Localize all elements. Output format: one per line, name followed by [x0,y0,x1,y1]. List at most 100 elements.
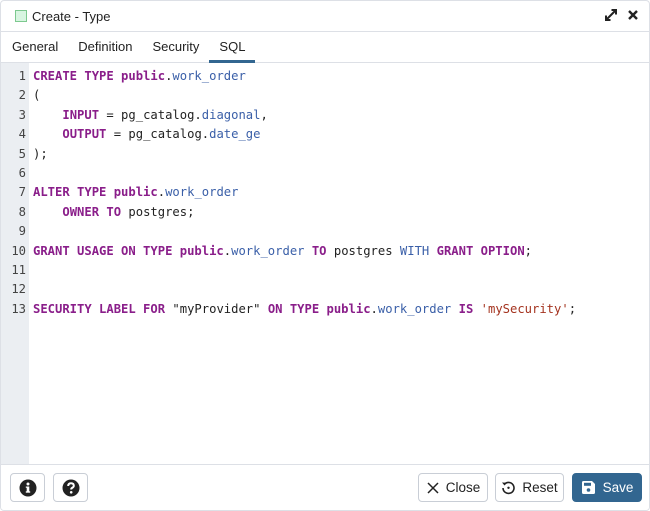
code-token: CREATE TYPE public [33,69,165,83]
code-token [473,302,480,316]
code-token: GRANT USAGE ON TYPE public [33,244,224,258]
code-token: diagonal [202,108,261,122]
code-token [305,244,312,258]
line-number: 13 [1,300,33,319]
close-x-icon [426,481,440,495]
code-line: 7ALTER TYPE public.work_order [1,183,649,202]
code-token [33,108,62,122]
line-number: 2 [1,86,33,105]
code-token: WITH [400,244,429,258]
sql-code: 1CREATE TYPE public.work_order2(3 INPUT … [1,67,649,319]
type-icon [15,10,27,22]
line-text: CREATE TYPE public.work_order [33,67,246,86]
code-token: TO [312,244,327,258]
code-token: postgres; [121,205,194,219]
code-token: work_order [378,302,451,316]
reset-button-label: Reset [522,480,557,495]
dialog-title: Create - Type [32,9,111,24]
code-line: 2( [1,86,649,105]
code-token: ON TYPE public [268,302,371,316]
code-line: 3 INPUT = pg_catalog.diagonal, [1,106,649,125]
tab-general[interactable]: General [1,32,68,62]
maximize-icon[interactable] [604,8,618,25]
line-text: ( [33,86,40,105]
line-text: ALTER TYPE public.work_order [33,183,238,202]
code-token: date_ge [209,127,260,141]
code-token: postgres [327,244,400,258]
code-token: ); [33,147,48,161]
line-number: 1 [1,67,33,86]
save-button[interactable]: Save [572,473,642,502]
code-token: = pg_catalog. [106,127,209,141]
code-token: IS [459,302,474,316]
code-token: INPUT [62,108,99,122]
code-line: 12 [1,280,649,299]
line-number: 3 [1,106,33,125]
dialog-footer: Close Reset Save [1,464,649,510]
code-line: 8 OWNER TO postgres; [1,203,649,222]
code-line: 10GRANT USAGE ON TYPE public.work_order … [1,242,649,261]
code-token [33,127,62,141]
close-button[interactable]: Close [418,473,488,502]
line-number: 9 [1,222,33,241]
line-text: GRANT USAGE ON TYPE public.work_order TO… [33,242,532,261]
code-token: ALTER TYPE public [33,185,158,199]
line-number: 6 [1,164,33,183]
help-button[interactable] [53,473,88,502]
code-token: work_order [231,244,304,258]
reset-icon [501,480,516,495]
line-number: 11 [1,261,33,280]
close-button-label: Close [446,480,481,495]
code-line: 11 [1,261,649,280]
line-number: 5 [1,145,33,164]
code-line: 6 [1,164,649,183]
code-token: ( [33,88,40,102]
code-token: "myProvider" [165,302,268,316]
code-line: 9 [1,222,649,241]
code-token: OWNER TO [62,205,121,219]
code-token: ; [569,302,576,316]
code-token: ; [525,244,532,258]
create-type-dialog: Create - Type General Definition Securit… [0,0,650,511]
code-line: 5); [1,145,649,164]
code-token: work_order [165,185,238,199]
reset-button[interactable]: Reset [495,473,564,502]
code-token: 'mySecurity' [481,302,569,316]
code-token [33,205,62,219]
close-icon[interactable] [627,8,639,25]
line-text: SECURITY LABEL FOR "myProvider" ON TYPE … [33,300,576,319]
info-button[interactable] [10,473,45,502]
line-text: ); [33,145,48,164]
code-token: . [371,302,378,316]
tab-definition[interactable]: Definition [68,32,142,62]
line-number: 4 [1,125,33,144]
help-icon [62,479,80,497]
code-line: 13SECURITY LABEL FOR "myProvider" ON TYP… [1,300,649,319]
save-icon [581,480,596,495]
save-button-label: Save [603,480,634,495]
code-token: GRANT OPTION [437,244,525,258]
code-token [429,244,436,258]
code-token: SECURITY LABEL FOR [33,302,165,316]
line-text: OWNER TO postgres; [33,203,194,222]
line-number: 8 [1,203,33,222]
code-line: 1CREATE TYPE public.work_order [1,67,649,86]
tab-sql[interactable]: SQL [209,32,255,62]
code-token: . [158,185,165,199]
code-token: work_order [172,69,245,83]
code-token: , [260,108,267,122]
code-token: = pg_catalog. [99,108,202,122]
tab-bar: General Definition Security SQL [1,32,649,63]
code-token: OUTPUT [62,127,106,141]
line-number: 7 [1,183,33,202]
dialog-titlebar[interactable]: Create - Type [1,1,649,32]
sql-editor[interactable]: 1CREATE TYPE public.work_order2(3 INPUT … [1,63,649,465]
code-line: 4 OUTPUT = pg_catalog.date_ge [1,125,649,144]
line-number: 10 [1,242,33,261]
tab-security[interactable]: Security [142,32,209,62]
line-text: INPUT = pg_catalog.diagonal, [33,106,268,125]
code-token [451,302,458,316]
line-text: OUTPUT = pg_catalog.date_ge [33,125,261,144]
line-number: 12 [1,280,33,299]
info-icon [19,479,37,497]
